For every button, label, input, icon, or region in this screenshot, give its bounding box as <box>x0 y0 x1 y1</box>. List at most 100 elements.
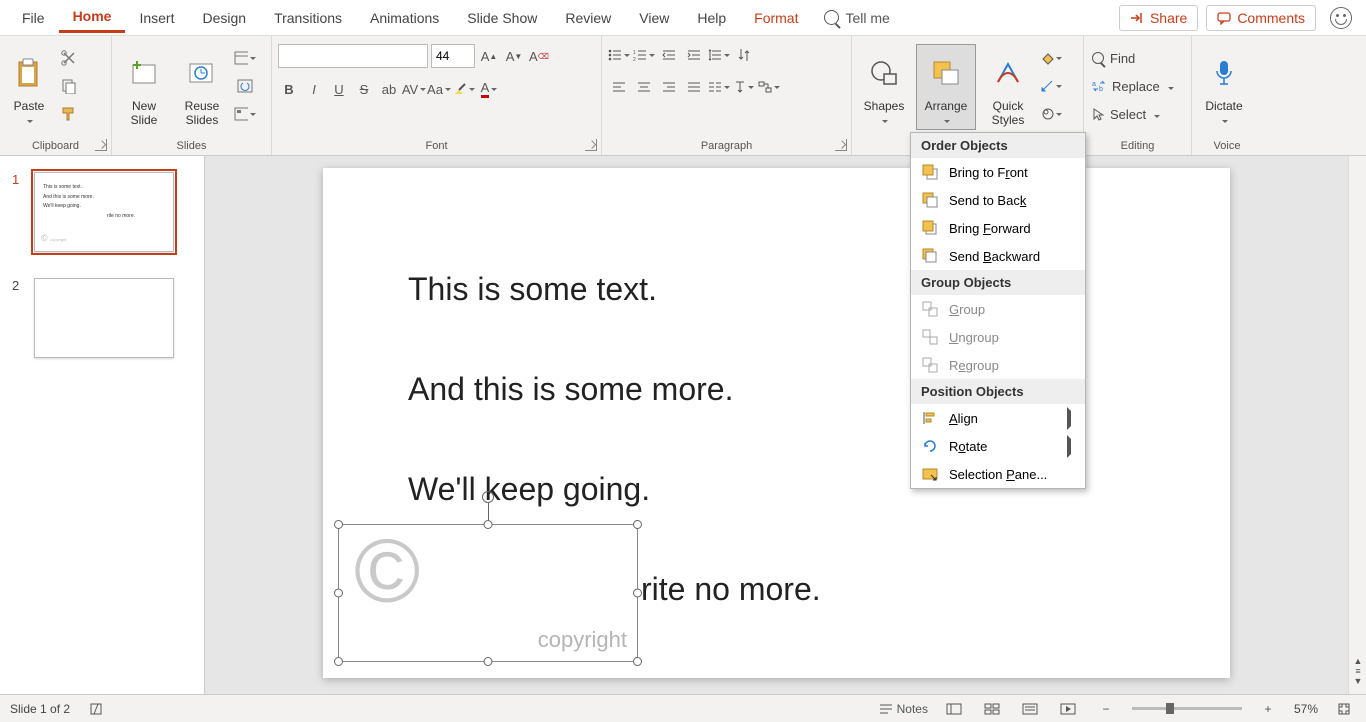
paste-button[interactable]: Paste <box>6 44 52 130</box>
format-painter-button[interactable] <box>58 104 80 124</box>
zoom-in-button[interactable]: + <box>1256 699 1280 719</box>
columns-button[interactable] <box>708 76 730 98</box>
italic-button[interactable]: I <box>303 78 325 100</box>
shape-outline-button[interactable] <box>1040 76 1062 96</box>
accessibility-button[interactable] <box>84 699 108 719</box>
tab-file[interactable]: File <box>8 4 59 32</box>
select-button[interactable]: Select <box>1090 102 1162 126</box>
smartart-button[interactable] <box>758 76 780 98</box>
zoom-out-button[interactable]: − <box>1094 699 1118 719</box>
menu-send-to-back[interactable]: Send to Back <box>911 186 1085 214</box>
tab-format[interactable]: Format <box>740 4 812 32</box>
shapes-button[interactable]: Shapes <box>858 44 910 130</box>
view-sorter-button[interactable] <box>980 699 1004 719</box>
font-size-input[interactable] <box>431 44 475 68</box>
char-spacing-button[interactable]: AV <box>403 78 425 100</box>
view-reading-button[interactable] <box>1018 699 1042 719</box>
dictate-button[interactable]: Dictate <box>1198 44 1250 130</box>
replace-button[interactable]: abReplace <box>1090 74 1176 98</box>
resize-handle-w[interactable] <box>334 589 343 598</box>
comments-button[interactable]: Comments <box>1206 5 1316 31</box>
reset-slide-button[interactable] <box>234 76 256 96</box>
resize-handle-sw[interactable] <box>334 657 343 666</box>
menu-send-backward[interactable]: Send Backward <box>911 242 1085 270</box>
change-case-button[interactable]: Aa <box>428 78 450 100</box>
tab-help[interactable]: Help <box>683 4 740 32</box>
slide-thumbnail-2[interactable] <box>34 278 174 358</box>
line-spacing-button[interactable] <box>708 44 730 66</box>
slide-thumbnail-1[interactable]: This is some text. And this is some more… <box>34 172 174 252</box>
tab-review[interactable]: Review <box>551 4 625 32</box>
find-button[interactable]: Find <box>1090 46 1137 70</box>
justify-button[interactable] <box>683 76 705 98</box>
font-name-input[interactable] <box>278 44 428 68</box>
tell-me-search[interactable]: Tell me <box>812 10 901 26</box>
view-slideshow-button[interactable] <box>1056 699 1080 719</box>
copy-button[interactable] <box>58 76 80 96</box>
strikethrough-button[interactable]: S <box>353 78 375 100</box>
decrease-font-button[interactable]: A▼ <box>503 45 525 67</box>
tab-home[interactable]: Home <box>59 2 126 33</box>
font-color-button[interactable]: A <box>478 78 500 100</box>
menu-rotate[interactable]: Rotate <box>911 432 1085 460</box>
group-label-font: Font <box>278 137 595 155</box>
quick-styles-button[interactable]: Quick Styles <box>982 44 1034 130</box>
align-right-button[interactable] <box>658 76 680 98</box>
zoom-percent[interactable]: 57% <box>1294 702 1318 716</box>
rotation-handle[interactable] <box>482 491 494 503</box>
clipboard-launcher[interactable] <box>95 139 107 151</box>
align-center-button[interactable] <box>633 76 655 98</box>
slide[interactable]: This is some text. And this is some more… <box>323 168 1230 678</box>
slide-thumbnail-pane[interactable]: 1 This is some text. And this is some mo… <box>0 156 205 694</box>
notes-button[interactable]: Notes <box>879 699 928 719</box>
resize-handle-s[interactable] <box>484 657 493 666</box>
resize-handle-nw[interactable] <box>334 520 343 529</box>
view-normal-button[interactable] <box>942 699 966 719</box>
menu-bring-to-front[interactable]: Bring to Front <box>911 158 1085 186</box>
resize-handle-ne[interactable] <box>633 520 642 529</box>
new-slide-button[interactable]: New Slide <box>118 44 170 130</box>
arrange-button[interactable]: Arrange <box>916 44 976 130</box>
layout-button[interactable] <box>234 48 256 68</box>
sort-button[interactable] <box>733 44 755 66</box>
text-direction-button[interactable] <box>733 76 755 98</box>
decrease-indent-button[interactable] <box>658 44 680 66</box>
bold-button[interactable]: B <box>278 78 300 100</box>
tab-slideshow[interactable]: Slide Show <box>453 4 551 32</box>
increase-font-button[interactable]: A▲ <box>478 45 500 67</box>
shadow-button[interactable]: ab <box>378 78 400 100</box>
align-left-button[interactable] <box>608 76 630 98</box>
increase-indent-button[interactable] <box>683 44 705 66</box>
menu-bring-forward[interactable]: Bring Forward <box>911 214 1085 242</box>
font-launcher[interactable] <box>585 139 597 151</box>
menu-align[interactable]: Align <box>911 404 1085 432</box>
tab-design[interactable]: Design <box>188 4 260 32</box>
watermark-selection[interactable]: © copyright <box>338 524 638 662</box>
tab-view[interactable]: View <box>625 4 683 32</box>
highlight-button[interactable] <box>453 78 475 100</box>
cut-button[interactable] <box>58 48 80 68</box>
shape-effects-button[interactable] <box>1040 104 1062 124</box>
resize-handle-e[interactable] <box>633 589 642 598</box>
paragraph-launcher[interactable] <box>835 139 847 151</box>
resize-handle-se[interactable] <box>633 657 642 666</box>
tab-animations[interactable]: Animations <box>356 4 453 32</box>
bullets-button[interactable] <box>608 44 630 66</box>
clear-formatting-button[interactable]: A⌫ <box>528 45 550 67</box>
fit-to-window-button[interactable] <box>1332 699 1356 719</box>
share-button[interactable]: Share <box>1119 5 1198 31</box>
reuse-slides-button[interactable]: Reuse Slides <box>176 44 228 130</box>
vertical-scrollbar[interactable]: ▲≡▼ <box>1348 156 1366 694</box>
tab-transitions[interactable]: Transitions <box>260 4 356 32</box>
underline-button[interactable]: U <box>328 78 350 100</box>
resize-handle-n[interactable] <box>484 520 493 529</box>
feedback-smile-icon[interactable] <box>1330 7 1352 29</box>
numbering-button[interactable]: 12 <box>633 44 655 66</box>
shape-fill-button[interactable] <box>1040 48 1062 68</box>
menu-selection-pane[interactable]: Selection Pane... <box>911 460 1085 488</box>
section-button[interactable] <box>234 104 256 124</box>
tab-insert[interactable]: Insert <box>125 4 188 32</box>
slide-canvas-area[interactable]: This is some text. And this is some more… <box>205 156 1348 694</box>
zoom-slider[interactable] <box>1132 707 1242 710</box>
text-line-1: This is some text. <box>408 271 657 308</box>
